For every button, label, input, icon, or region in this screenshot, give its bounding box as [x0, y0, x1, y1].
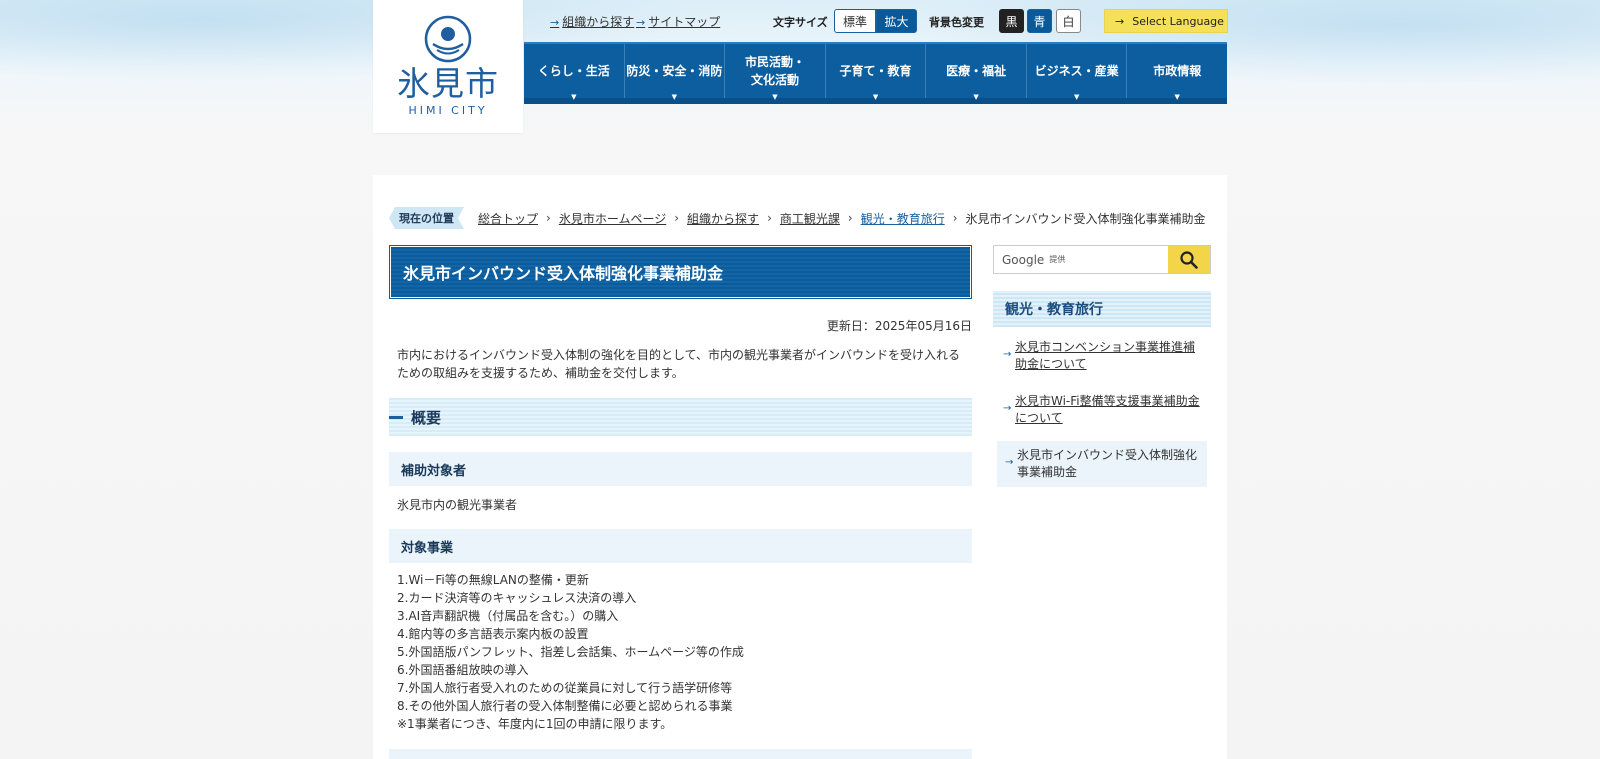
chevron-right-icon: › [546, 211, 551, 225]
nav-label: くらし・生活 [537, 64, 610, 78]
caret-down-icon: ▼ [772, 93, 778, 101]
nav-label: 文化活動 [750, 73, 799, 87]
chevron-right-icon: › [847, 211, 853, 225]
bg-black-button[interactable]: 黒 [999, 9, 1024, 33]
breadcrumb-top[interactable]: 総合トップ [478, 210, 538, 227]
page-title: 氷見市インバウンド受入体制強化事業補助金 [391, 247, 970, 297]
arrow-right-icon: → [1115, 14, 1125, 28]
sidebar-heading: 観光・教育旅行 [993, 291, 1211, 327]
list-item: 2.カード決済等のキャッシュレス決済の導入 [397, 591, 637, 605]
caret-down-icon: ▼ [1174, 93, 1180, 101]
global-nav: くらし・生活 ▼ 防災・安全・消防 ▼ 市民活動・文化活動 ▼ 子育て・教育 ▼ 医療・… [524, 42, 1227, 104]
arrow-right-icon: → [1005, 457, 1014, 468]
city-emblem-icon [424, 15, 472, 63]
subheading-target: 補助対象者 [389, 452, 972, 486]
content-panel: 現在の位置 総合トップ › 氷見市ホームページ › 組織から探す › 商工観光課… [373, 175, 1227, 759]
nav-label: 防災・安全・消防 [626, 64, 723, 78]
heading-bar-icon [389, 415, 403, 419]
search-button[interactable] [1168, 246, 1210, 273]
chevron-right-icon: › [952, 211, 958, 225]
caret-down-icon: ▼ [671, 93, 678, 101]
lead-paragraph: 市内におけるインバウンド受入体制の強化を目的として、市内の観光事業者がインバウン… [397, 348, 961, 380]
nav-kurashi[interactable]: くらし・生活 ▼ [524, 44, 625, 101]
nav-shisei[interactable]: 市政情報 ▼ [1127, 44, 1227, 101]
breadcrumb-category[interactable]: 観光・教育旅行 [861, 210, 945, 227]
section-heading-label: 概要 [411, 408, 442, 427]
bg-blue-button[interactable]: 青 [1027, 9, 1052, 33]
search-icon [1180, 250, 1198, 269]
nav-label: 市民活動・ [744, 55, 805, 69]
nav-label: ビジネス・産業 [1034, 64, 1119, 78]
breadcrumb-org[interactable]: 組織から探す [687, 210, 759, 227]
caret-down-icon: ▼ [571, 93, 577, 101]
sitemap-label: サイトマップ [648, 15, 721, 29]
sitemap-link[interactable]: → サイトマップ [636, 13, 720, 30]
search-input[interactable]: Google 提供 [994, 246, 1168, 273]
subheading-projects: 対象事業 [389, 529, 972, 563]
bg-white-button[interactable]: 白 [1056, 9, 1081, 33]
current-location-badge: 現在の位置 [389, 207, 464, 229]
font-standard-button[interactable]: 標準 [834, 9, 876, 33]
list-item: 6.外国語番組放映の導入 [397, 663, 529, 677]
list-item: ※1事業者につき、年度内に1回の申請に限ります。 [397, 717, 673, 731]
breadcrumb-home[interactable]: 氷見市ホームページ [559, 210, 666, 227]
search-provider-suffix: 提供 [1049, 255, 1066, 264]
project-list: 1.Wi－Fi等の無線LANの整備・更新 2.カード決済等のキャッシュレス決済の… [389, 563, 972, 733]
font-size-label: 文字サイズ [773, 16, 828, 29]
list-item: 8.その他外国人旅行者の受入体制整備に必要と認められる事業 [397, 699, 733, 713]
arrow-right-icon: → [1003, 349, 1012, 360]
sidebar-link-label: 氷見市インバウンド受入体制強化事業補助金 [1017, 448, 1198, 479]
site-logo[interactable]: 氷見市 HIMI CITY [373, 0, 523, 133]
caret-down-icon: ▼ [872, 93, 879, 101]
sidebar-link-label[interactable]: 氷見市Wi-Fi整備等支援事業補助金について [1015, 394, 1200, 425]
target-text: 氷見市内の観光事業者 [397, 498, 518, 512]
arrow-right-icon: → [550, 16, 560, 29]
sidebar: Google 提供 観光・教育旅行 → 氷見市コンベンション事業推進補助金について… [993, 245, 1211, 487]
sidebar-link-label[interactable]: 氷見市コンベンション事業推進補助金について [1015, 340, 1195, 371]
list-item: 1.Wi－Fi等の無線LANの整備・更新 [397, 573, 589, 587]
bg-color-label: 背景色変更 [929, 16, 984, 29]
nav-bousai[interactable]: 防災・安全・消防 ▼ [625, 44, 726, 101]
arrow-right-icon: → [1003, 403, 1012, 414]
page-title-box: 氷見市インバウンド受入体制強化事業補助金 [389, 245, 972, 299]
select-language-label: Select Language [1132, 14, 1224, 28]
list-item: 7.外国人旅行者受入れのための従業員に対して行う語学研修等 [397, 681, 733, 695]
sidebar-item-inbound[interactable]: → 氷見市インバウンド受入体制強化事業補助金 [997, 441, 1207, 487]
breadcrumb-current: 氷見市インバウンド受入体制強化事業補助金 [965, 211, 1206, 226]
font-large-button[interactable]: 拡大 [876, 9, 917, 33]
updated-date: 更新日：2025年05月16日 [826, 319, 972, 333]
arrow-right-icon: → [636, 16, 646, 29]
list-item: 4.館内等の多言語表示案内板の設置 [397, 627, 589, 641]
main-content: 氷見市インバウンド受入体制強化事業補助金 更新日：2025年05月16日 市内に… [389, 245, 972, 759]
search-provider-label: Google [1002, 252, 1045, 267]
next-subheading [389, 749, 972, 759]
list-item: 3.AI音声翻訳機（付属品を含む。）の購入 [397, 609, 619, 623]
nav-kosodate[interactable]: 子育て・教育 ▼ [826, 44, 927, 101]
breadcrumb-dept[interactable]: 商工観光課 [780, 210, 840, 227]
nav-shimin[interactable]: 市民活動・文化活動 ▼ [725, 44, 826, 101]
org-search-link[interactable]: → 組織から探す [550, 13, 634, 30]
section-heading-overview: 概要 [389, 398, 972, 436]
sidebar-links: → 氷見市コンベンション事業推進補助金について → 氷見市Wi-Fi整備等支援事業補… [993, 333, 1211, 487]
nav-business[interactable]: ビジネス・産業 ▼ [1027, 44, 1128, 101]
list-item: 5.外国語版パンフレット、指差し会話集、ホームページ等の作成 [397, 645, 744, 659]
logo-subtitle: HIMI CITY [408, 104, 488, 117]
sidebar-item-convention[interactable]: → 氷見市コンベンション事業推進補助金について [993, 333, 1211, 379]
site-search: Google 提供 [993, 245, 1211, 274]
caret-down-icon: ▼ [1073, 93, 1080, 101]
org-search-label: 組織から探す [562, 15, 635, 29]
select-language-button[interactable]: → Select Language [1104, 9, 1228, 33]
chevron-right-icon: › [674, 211, 680, 225]
logo-name: 氷見市 [397, 64, 499, 103]
nav-label: 市政情報 [1153, 64, 1202, 78]
chevron-right-icon: › [767, 211, 772, 225]
sidebar-item-wifi[interactable]: → 氷見市Wi-Fi整備等支援事業補助金について [993, 387, 1211, 433]
breadcrumb: 現在の位置 総合トップ › 氷見市ホームページ › 組織から探す › 商工観光課… [389, 207, 1219, 229]
nav-iryou[interactable]: 医療・福祉 ▼ [926, 44, 1027, 101]
nav-label: 医療・福祉 [946, 64, 1007, 78]
nav-label: 子育て・教育 [839, 64, 912, 78]
utility-bar: → 組織から探す → サイトマップ 文字サイズ 標準 拡大 背景色変更 黒 青 白 … [523, 9, 1228, 35]
caret-down-icon: ▼ [973, 93, 979, 101]
